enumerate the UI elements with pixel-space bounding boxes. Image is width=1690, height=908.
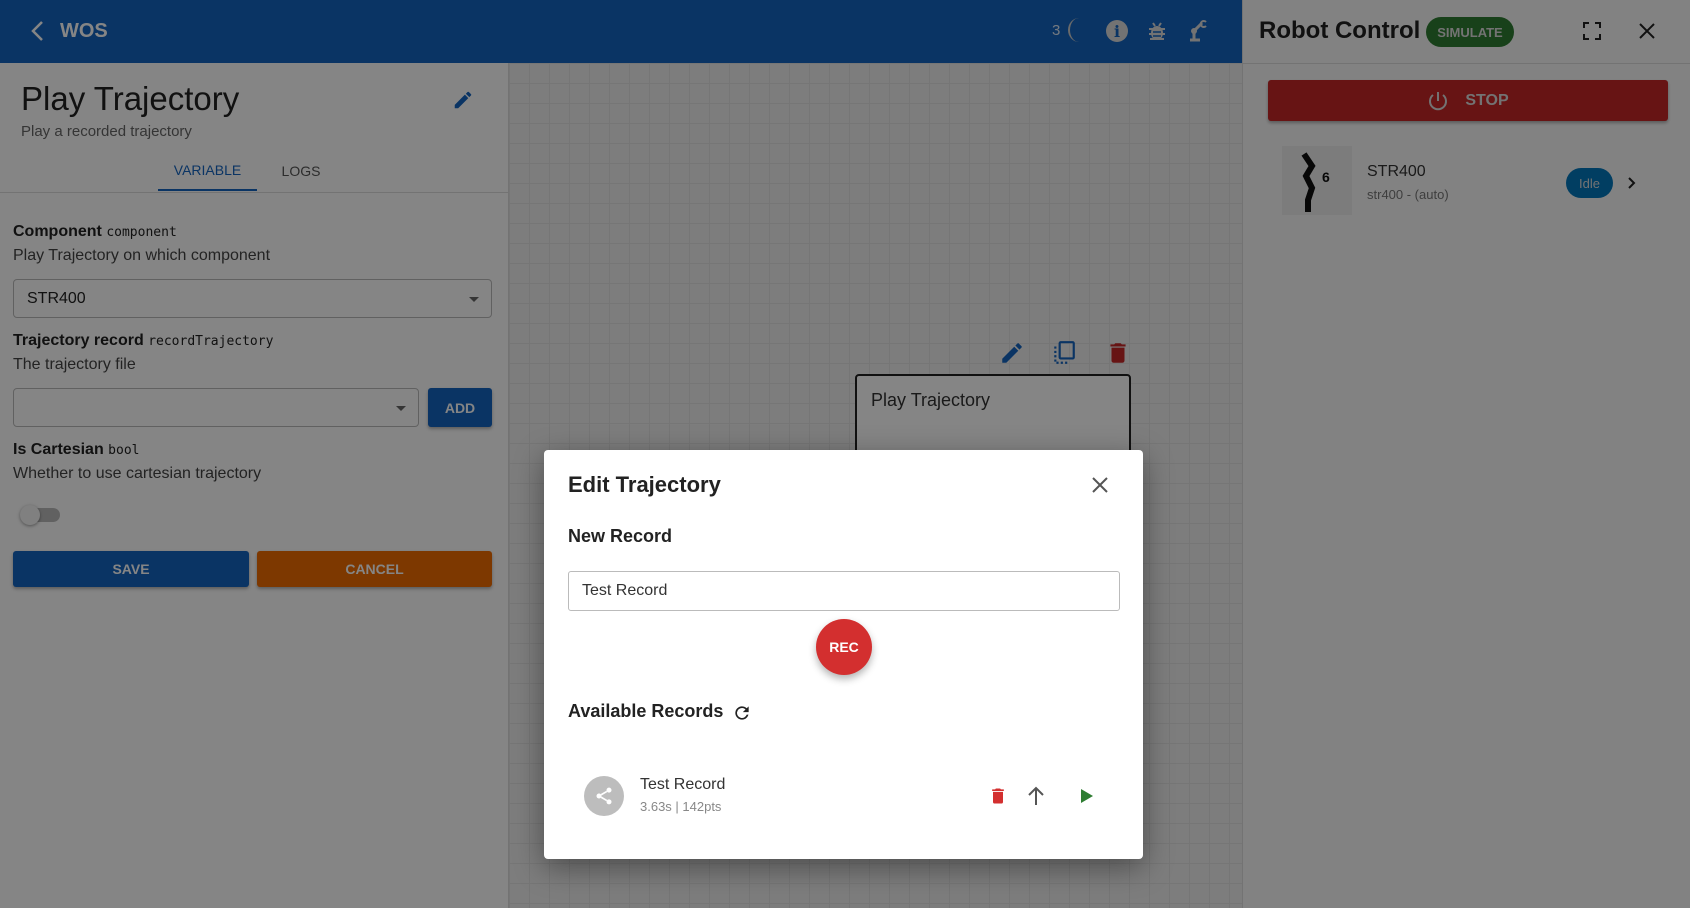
refresh-icon[interactable] [732, 703, 752, 723]
rec-button[interactable]: REC [816, 619, 872, 675]
close-icon[interactable] [1092, 477, 1108, 493]
upload-arrow-icon[interactable] [1026, 785, 1046, 807]
play-icon[interactable] [1079, 787, 1095, 805]
dialog-title: Edit Trajectory [568, 472, 721, 497]
edit-trajectory-dialog: Edit Trajectory New Record REC Available… [544, 450, 1143, 859]
record-meta: 3.63s | 142pts [640, 799, 722, 814]
available-records-heading: Available Records [568, 701, 724, 721]
new-record-heading: New Record [568, 526, 673, 546]
share-icon [584, 776, 624, 816]
record-name-input[interactable] [568, 571, 1120, 611]
record-name: Test Record [640, 776, 726, 793]
delete-record-icon[interactable] [988, 785, 1008, 807]
record-list-item[interactable]: Test Record 3.63s | 142pts [560, 766, 1127, 826]
